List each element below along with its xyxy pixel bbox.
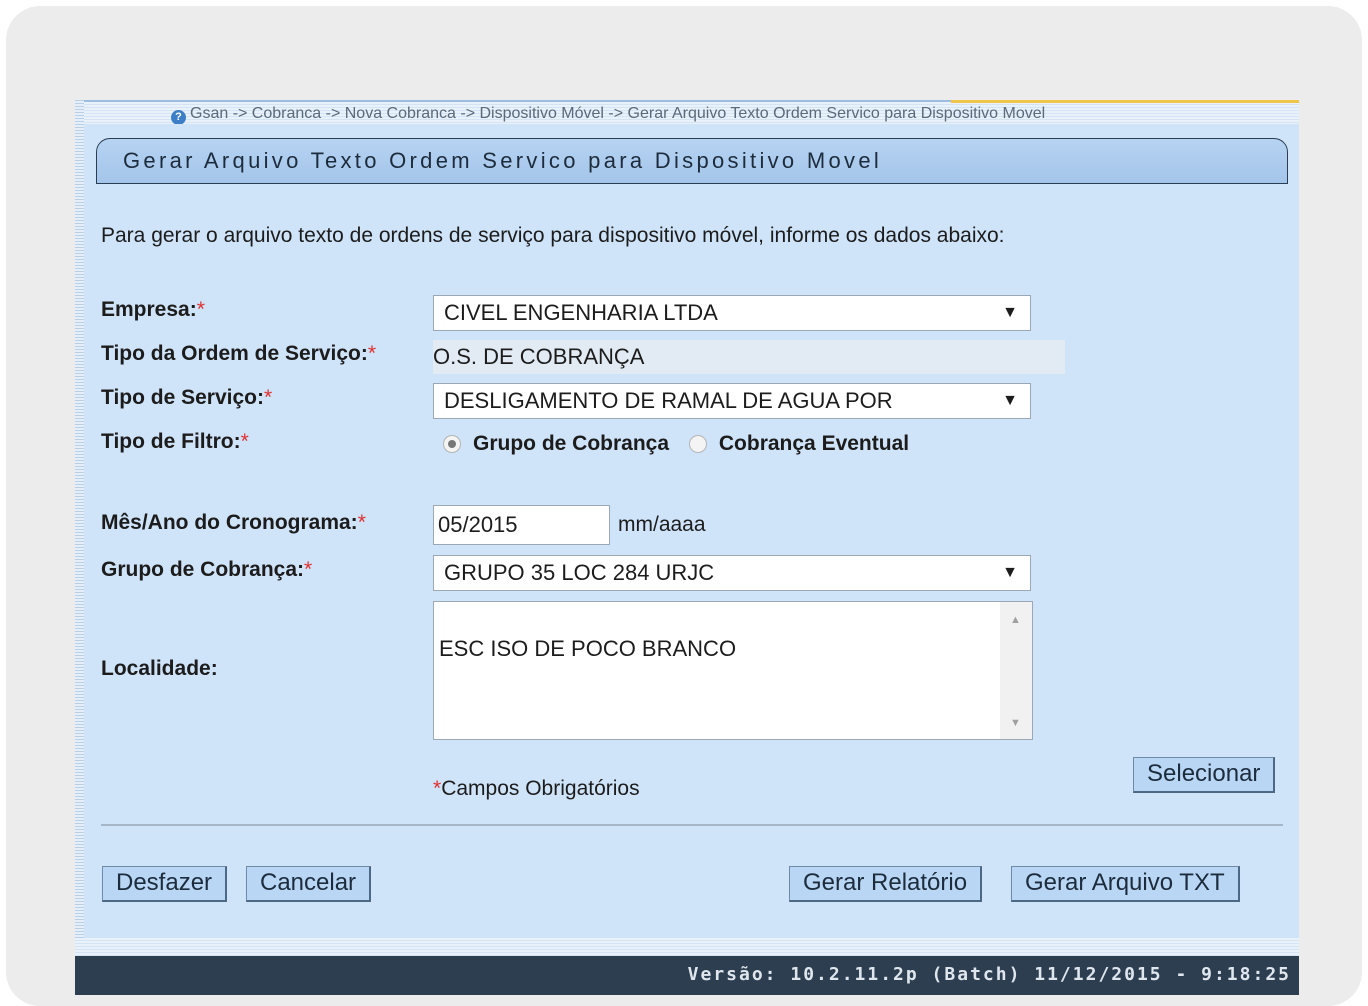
desfazer-button[interactable]: Desfazer [102, 866, 228, 902]
gerar-relatorio-button[interactable]: Gerar Relatório [789, 866, 983, 902]
chevron-down-icon: ▼ [1002, 564, 1018, 581]
grupo-cobranca-value: GRUPO 35 LOC 284 URJC [444, 560, 715, 585]
breadcrumb-accent [951, 100, 1299, 103]
breadcrumb-bar: ? Gsan -> Cobranca -> Nova Cobranca -> Di… [75, 100, 1299, 126]
required-note: *Campos Obrigatórios [433, 777, 640, 800]
mes-ano-input[interactable]: 05/2015 [433, 505, 610, 545]
chevron-down-icon: ▼ [1002, 304, 1018, 321]
scroll-up-icon[interactable]: ▲ [1010, 614, 1021, 626]
tipo-filtro-radios: Grupo de Cobrança Cobrança Eventual [443, 432, 909, 456]
scroll-down-icon[interactable]: ▼ [1010, 717, 1021, 729]
version-text: Versão: 10.2.11.2p (Batch) 11/12/2015 - … [687, 964, 1291, 985]
chevron-down-icon: ▼ [1002, 392, 1018, 409]
radio-grupo-cobranca[interactable] [443, 435, 461, 453]
empresa-select[interactable]: CIVEL ENGENHARIA LTDA ▼ [433, 295, 1031, 331]
left-rule [75, 100, 84, 938]
divider [101, 824, 1283, 826]
listbox-scrollbar[interactable]: ▲ ▼ [1000, 602, 1032, 739]
tipo-ordem-label: Tipo da Ordem de Serviço:* [101, 342, 377, 365]
tipo-servico-label: Tipo de Serviço:* [101, 386, 273, 409]
gerar-arquivo-txt-button[interactable]: Gerar Arquivo TXT [1011, 866, 1240, 902]
selecionar-button[interactable]: Selecionar [1133, 757, 1276, 793]
list-item[interactable]: ESC ISO DE POCO BRANCO [439, 636, 736, 662]
grupo-cobranca-label: Grupo de Cobrança:* [101, 558, 313, 581]
localidade-listbox[interactable]: ESC ISO DE POCO BRANCO ▲ ▼ [433, 601, 1033, 740]
cancelar-button[interactable]: Cancelar [246, 866, 372, 902]
grupo-cobranca-select[interactable]: GRUPO 35 LOC 284 URJC ▼ [433, 555, 1031, 591]
radio-grupo-cobranca-label[interactable]: Grupo de Cobrança [473, 432, 669, 455]
localidade-label: Localidade: [101, 657, 218, 680]
form-panel: Gerar Arquivo Texto Ordem Servico para D… [84, 124, 1299, 940]
tipo-servico-select[interactable]: DESLIGAMENTO DE RAMAL DE AGUA POR ▼ [433, 383, 1031, 419]
mes-ano-hint: mm/aaaa [618, 513, 706, 536]
page-title-box: Gerar Arquivo Texto Ordem Servico para D… [96, 138, 1288, 184]
empresa-value: CIVEL ENGENHARIA LTDA [444, 300, 718, 325]
tipo-filtro-label: Tipo de Filtro:* [101, 430, 249, 453]
tipo-ordem-value: O.S. DE COBRANÇA [433, 340, 1065, 374]
footer-gap [75, 938, 1299, 956]
help-icon[interactable]: ? [171, 110, 186, 125]
radio-cobranca-eventual-label[interactable]: Cobrança Eventual [719, 432, 909, 455]
footer-bar: Versão: 10.2.11.2p (Batch) 11/12/2015 - … [75, 956, 1299, 995]
gsan-app: ? Gsan -> Cobranca -> Nova Cobranca -> Di… [75, 100, 1299, 995]
intro-text: Para gerar o arquivo texto de ordens de … [101, 224, 1005, 247]
breadcrumb-text[interactable]: Gsan -> Cobranca -> Nova Cobranca -> Dis… [190, 105, 1045, 122]
empresa-label: Empresa:* [101, 298, 205, 321]
page-title: Gerar Arquivo Texto Ordem Servico para D… [123, 148, 883, 173]
mes-ano-label: Mês/Ano do Cronograma:* [101, 511, 366, 534]
breadcrumb: ? Gsan -> Cobranca -> Nova Cobranca -> Di… [171, 105, 1045, 125]
radio-cobranca-eventual[interactable] [688, 435, 707, 453]
tipo-servico-value: DESLIGAMENTO DE RAMAL DE AGUA POR [444, 388, 893, 413]
